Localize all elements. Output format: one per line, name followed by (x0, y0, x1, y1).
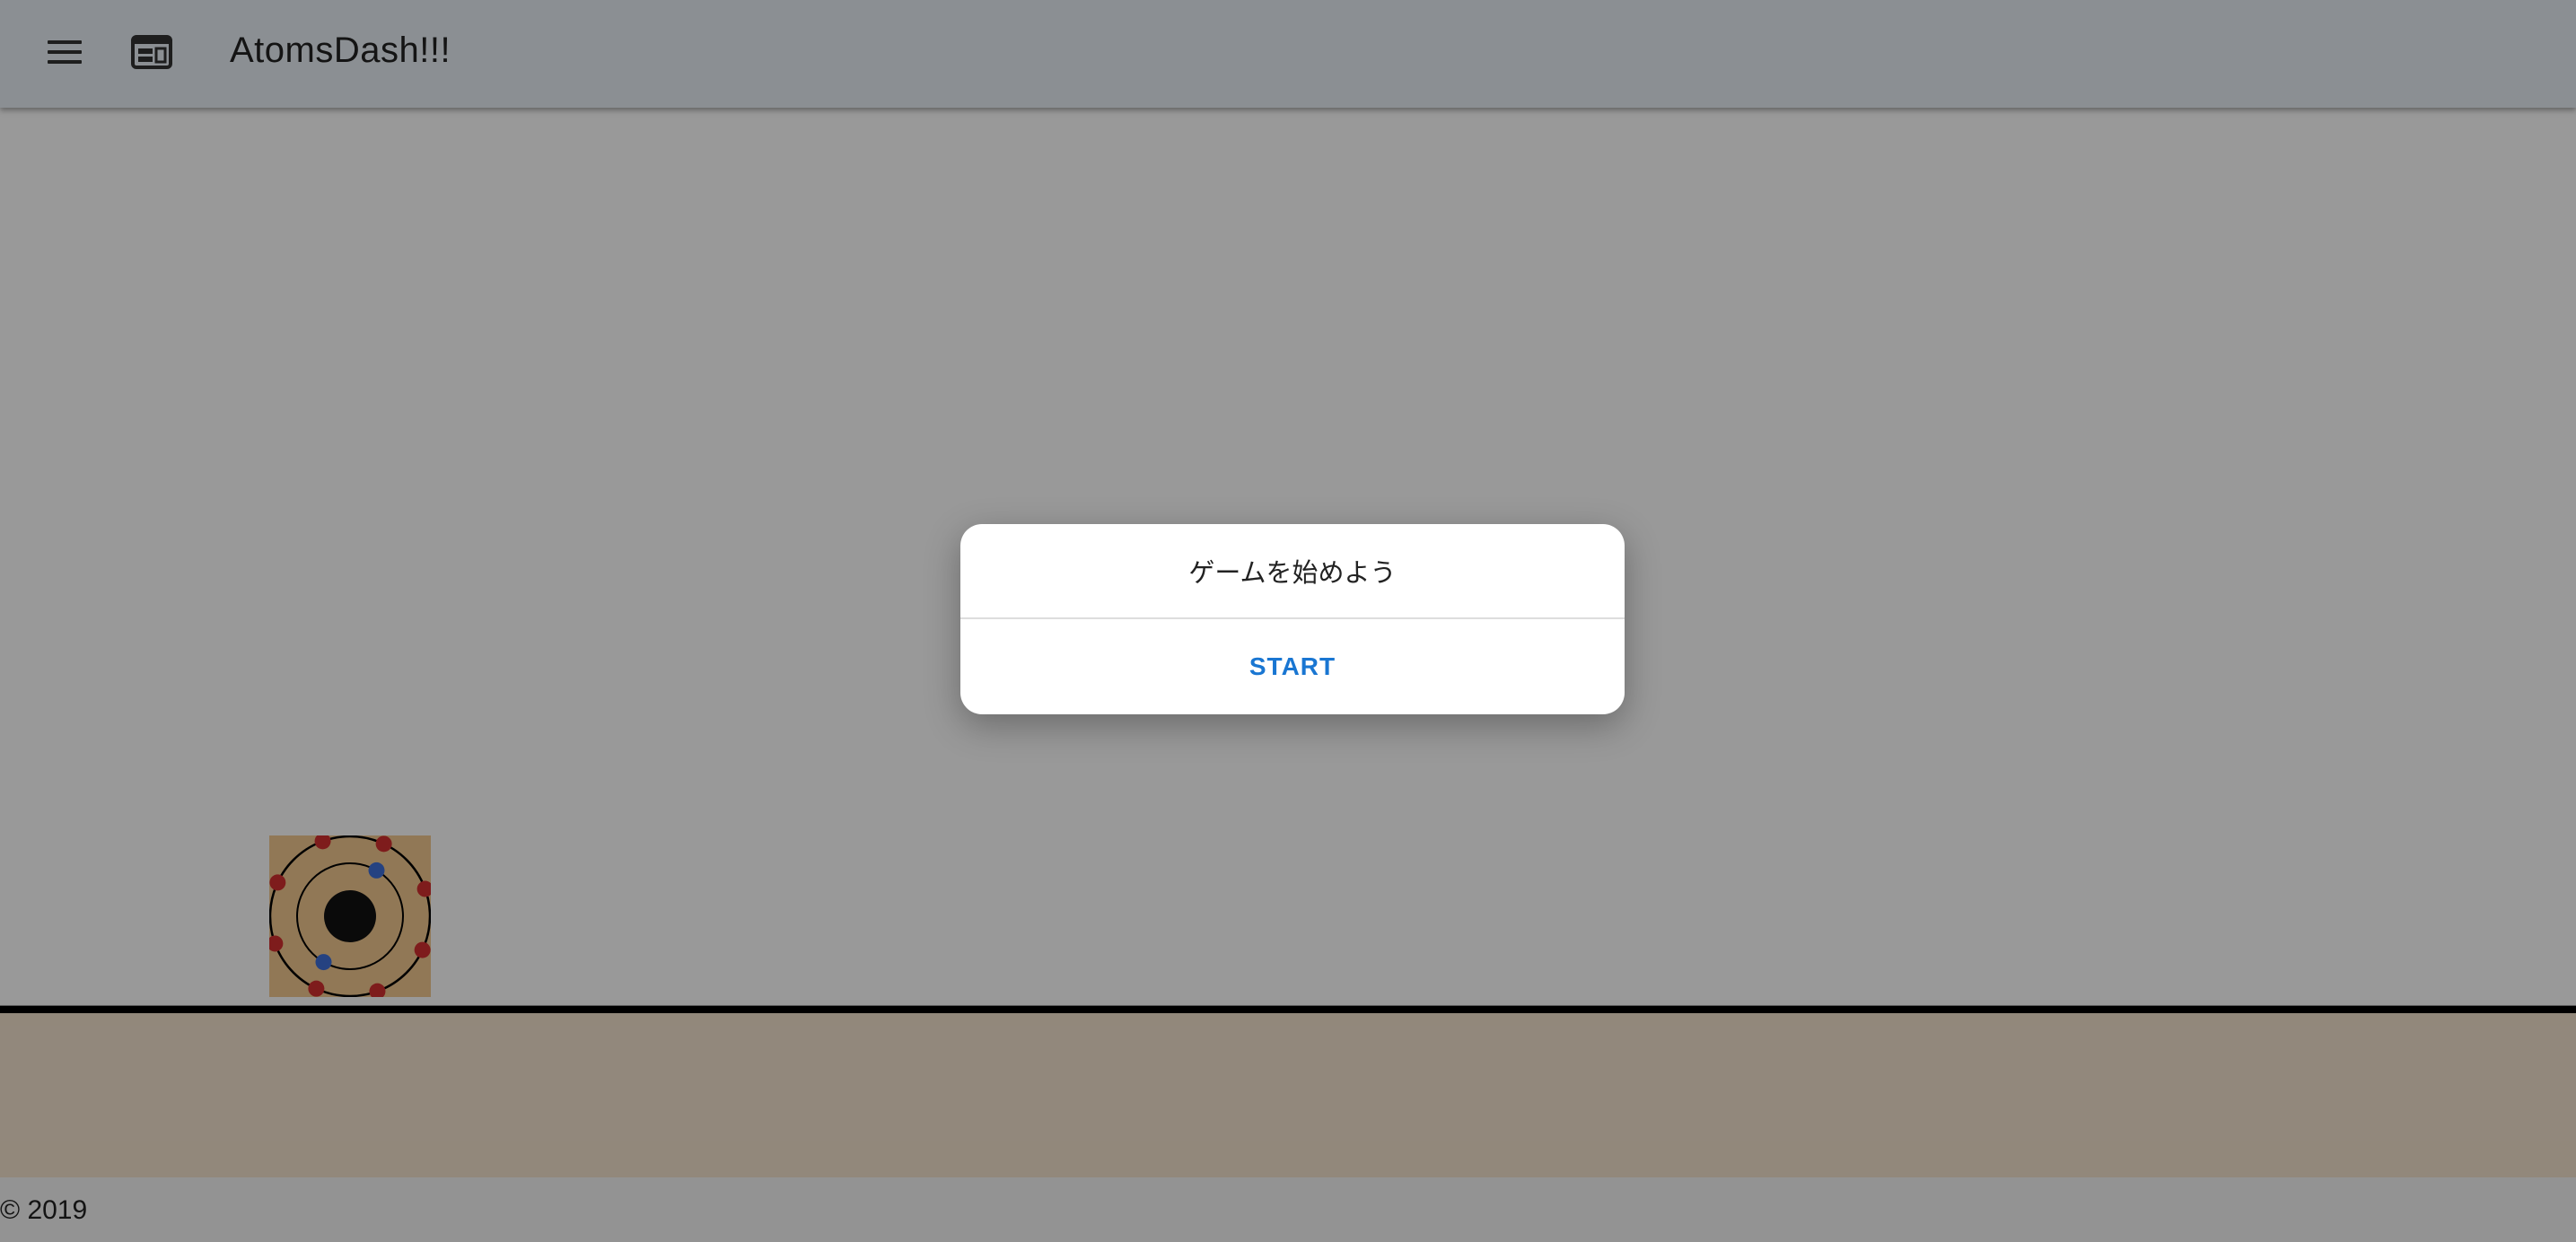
dialog-message: ゲームを始めよう (960, 524, 1625, 619)
start-button[interactable]: START (960, 619, 1625, 714)
start-dialog: ゲームを始めよう START (960, 524, 1625, 714)
